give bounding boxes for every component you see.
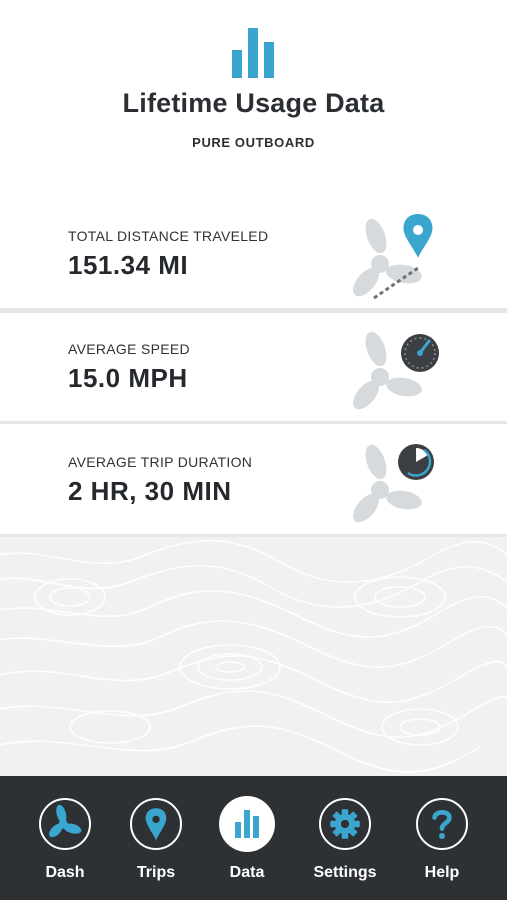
nav-label: Help [424,864,460,881]
stat-label: AVERAGE SPEED [68,341,190,357]
propeller-icon [39,798,91,850]
page-subtitle: PURE OUTBOARD [192,135,315,150]
gear-icon [319,798,371,850]
question-mark-icon [416,798,468,850]
stat-average-speed: AVERAGE SPEED 15.0 MPH [0,313,507,424]
stat-total-distance: TOTAL DISTANCE TRAVELED 151.34 MI [0,200,507,311]
nav-label: Trips [136,864,176,881]
topographic-lines [0,540,507,773]
stat-value: 2 HR, 30 MIN [68,476,232,506]
stat-label: TOTAL DISTANCE TRAVELED [68,228,269,244]
nav-item-settings[interactable]: Settings [297,776,393,900]
nav-label: Dash [45,864,85,881]
page-title: Lifetime Usage Data [122,88,385,118]
nav-item-dash[interactable]: Dash [17,776,113,900]
nav-label: Data [229,864,265,881]
nav-item-trips[interactable]: Trips [108,776,204,900]
usage-data-screen: Lifetime Usage Data PURE OUTBOARD TOTAL … [0,0,507,900]
nav-item-help[interactable]: Help [394,776,490,900]
nav-label: Settings [313,864,377,881]
propeller-route-pin-icon [353,214,433,300]
stat-label: AVERAGE TRIP DURATION [68,454,253,470]
stat-average-trip-duration: AVERAGE TRIP DURATION 2 HR, 30 MIN [0,426,507,537]
topographic-map-background [0,537,507,776]
nav-item-data[interactable]: Data [199,776,295,900]
map-pin-icon [130,798,182,850]
bottom-navigation: Dash Trips Data Settings Help [0,776,507,900]
bar-chart-icon [219,796,275,852]
propeller-clock-icon [353,444,434,523]
bar-chart-icon [232,28,274,78]
stat-value: 151.34 MI [68,250,189,280]
stat-value: 15.0 MPH [68,363,188,393]
header: Lifetime Usage Data PURE OUTBOARD [0,0,507,200]
propeller-speedometer-icon [353,331,439,410]
